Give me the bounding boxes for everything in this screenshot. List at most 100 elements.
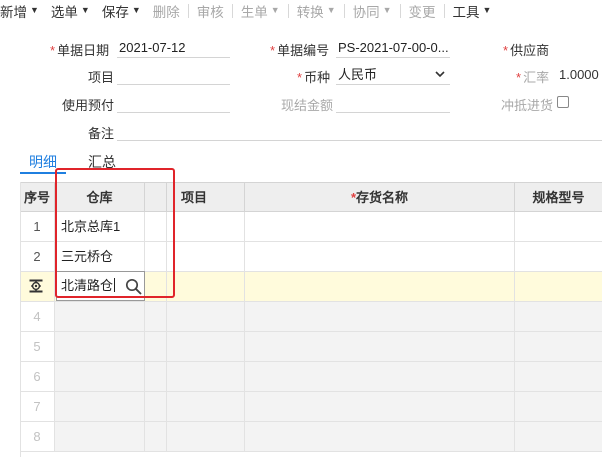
project-cell[interactable] — [167, 242, 245, 271]
project-cell[interactable] — [167, 272, 245, 301]
change-button[interactable]: 变更 — [409, 0, 436, 22]
table-row[interactable]: 2 三元桥仓 — [20, 242, 602, 272]
row-seq: 4 — [20, 302, 55, 331]
collaborate-label: 协同 — [352, 5, 380, 20]
approve-label: 审核 — [196, 5, 224, 20]
approve-button[interactable]: 审核 — [197, 0, 224, 22]
item-name-cell[interactable] — [245, 422, 515, 451]
save-menu-button[interactable]: 保存 ▼ — [102, 0, 141, 22]
chevron-down-icon: ▼ — [131, 5, 141, 15]
spec-cell[interactable] — [515, 212, 602, 241]
warehouse-cell[interactable] — [55, 302, 145, 331]
warehouse-cell[interactable] — [55, 422, 145, 451]
delete-label: 删除 — [152, 5, 180, 20]
item-name-cell[interactable] — [245, 212, 515, 241]
item-name-cell[interactable] — [245, 332, 515, 361]
spec-cell[interactable] — [515, 392, 602, 421]
warehouse-cell[interactable]: 北京总库1 — [55, 212, 145, 241]
project-cell[interactable] — [167, 362, 245, 391]
spec-cell[interactable] — [515, 242, 602, 271]
spec-cell[interactable] — [515, 422, 602, 451]
row-settings-icon[interactable] — [29, 279, 43, 293]
chevron-down-icon: ▼ — [482, 5, 492, 15]
convert-menu-button[interactable]: 转换 ▼ — [297, 0, 336, 22]
project-cell[interactable] — [167, 212, 245, 241]
warehouse-edit-value: 北清路仓 — [61, 278, 114, 293]
project-cell[interactable] — [167, 332, 245, 361]
column-header-warehouse[interactable]: 仓库 — [55, 183, 145, 212]
prepay-field[interactable] — [117, 93, 230, 113]
column-header-item-name[interactable]: *存货名称 — [245, 183, 515, 212]
column-header-seq[interactable]: 序号 — [20, 183, 55, 212]
delete-button[interactable]: 删除 — [153, 0, 180, 22]
blank-cell — [145, 212, 167, 241]
date-label: * 单据日期 — [50, 43, 110, 58]
new-label: 新增 — [0, 5, 27, 20]
warehouse-cell[interactable] — [55, 392, 145, 421]
warehouse-cell[interactable] — [55, 332, 145, 361]
row-settings-cell[interactable] — [20, 272, 55, 301]
project-label: 项目 — [88, 70, 115, 85]
item-name-cell[interactable] — [245, 362, 515, 391]
select-doc-menu-button[interactable]: 选单 ▼ — [51, 0, 90, 22]
row-seq: 1 — [20, 212, 55, 241]
project-cell[interactable] — [167, 422, 245, 451]
spec-cell[interactable] — [515, 272, 602, 301]
column-header-project[interactable]: 项目 — [167, 183, 245, 212]
toolbar-divider — [343, 4, 345, 18]
toolbar-divider — [231, 4, 233, 18]
spec-cell[interactable] — [515, 332, 602, 361]
date-field[interactable]: 2021-07-12 — [117, 38, 230, 58]
item-name-cell[interactable] — [245, 272, 515, 301]
warehouse-cell[interactable]: 三元桥仓 — [55, 242, 145, 271]
project-cell[interactable] — [167, 302, 245, 331]
table-row[interactable]: 4 — [20, 302, 602, 332]
table-row[interactable]: 1 北京总库1 — [20, 212, 602, 242]
row-seq: 5 — [20, 332, 55, 361]
toolbar-divider — [399, 4, 401, 18]
table-row[interactable]: 5 — [20, 332, 602, 362]
tools-label: 工具 — [452, 5, 480, 20]
tab-summary[interactable]: 汇总 — [88, 152, 116, 174]
spec-cell[interactable] — [515, 362, 602, 391]
blank-cell — [145, 302, 167, 331]
chevron-down-icon — [435, 71, 445, 78]
grid-left-border — [20, 182, 21, 457]
project-cell[interactable] — [167, 392, 245, 421]
row-seq: 6 — [20, 362, 55, 391]
tab-detail[interactable]: 明细 — [29, 152, 57, 174]
cash-amount-label: 现结金额 — [281, 98, 334, 113]
blank-cell — [145, 242, 167, 271]
project-field[interactable] — [117, 65, 230, 85]
row-seq: 7 — [20, 392, 55, 421]
toolbar-divider — [187, 4, 189, 18]
column-header-blank — [145, 183, 167, 212]
item-name-cell[interactable] — [245, 302, 515, 331]
doc-code-field[interactable]: PS-2021-07-00-0... — [336, 38, 450, 58]
toolbar: 新增 ▼ 选单 ▼ 保存 ▼ 删除 审核 生单 ▼ 转换 ▼ 协同 ▼ 变更 工具 ▼ — [0, 0, 602, 22]
warehouse-edit-input[interactable]: 北清路仓 — [56, 271, 145, 301]
doc-code-label: * 单据编号 — [270, 43, 330, 58]
search-icon[interactable] — [125, 278, 142, 295]
table-row[interactable]: 6 — [20, 362, 602, 392]
remark-field[interactable] — [117, 121, 602, 141]
active-tab-indicator — [20, 172, 66, 174]
item-name-cell[interactable] — [245, 242, 515, 271]
table-row[interactable]: 8 — [20, 422, 602, 452]
spec-cell[interactable] — [515, 302, 602, 331]
item-name-cell[interactable] — [245, 392, 515, 421]
chevron-down-icon: ▼ — [270, 5, 280, 15]
currency-select[interactable]: 人民币 — [336, 65, 450, 85]
remark-label: 备注 — [88, 126, 115, 141]
save-label: 保存 — [101, 5, 129, 20]
tools-menu-button[interactable]: 工具 ▼ — [453, 0, 492, 22]
chevron-down-icon: ▼ — [382, 5, 392, 15]
collaborate-menu-button[interactable]: 协同 ▼ — [353, 0, 392, 22]
warehouse-cell[interactable] — [55, 362, 145, 391]
new-menu-button[interactable]: 新增 ▼ — [0, 0, 39, 22]
table-row[interactable]: 7 — [20, 392, 602, 422]
offset-purchase-checkbox[interactable] — [557, 96, 569, 108]
select-doc-label: 选单 — [50, 5, 78, 20]
column-header-spec[interactable]: 规格型号 — [515, 183, 602, 212]
generate-doc-menu-button[interactable]: 生单 ▼ — [241, 0, 280, 22]
